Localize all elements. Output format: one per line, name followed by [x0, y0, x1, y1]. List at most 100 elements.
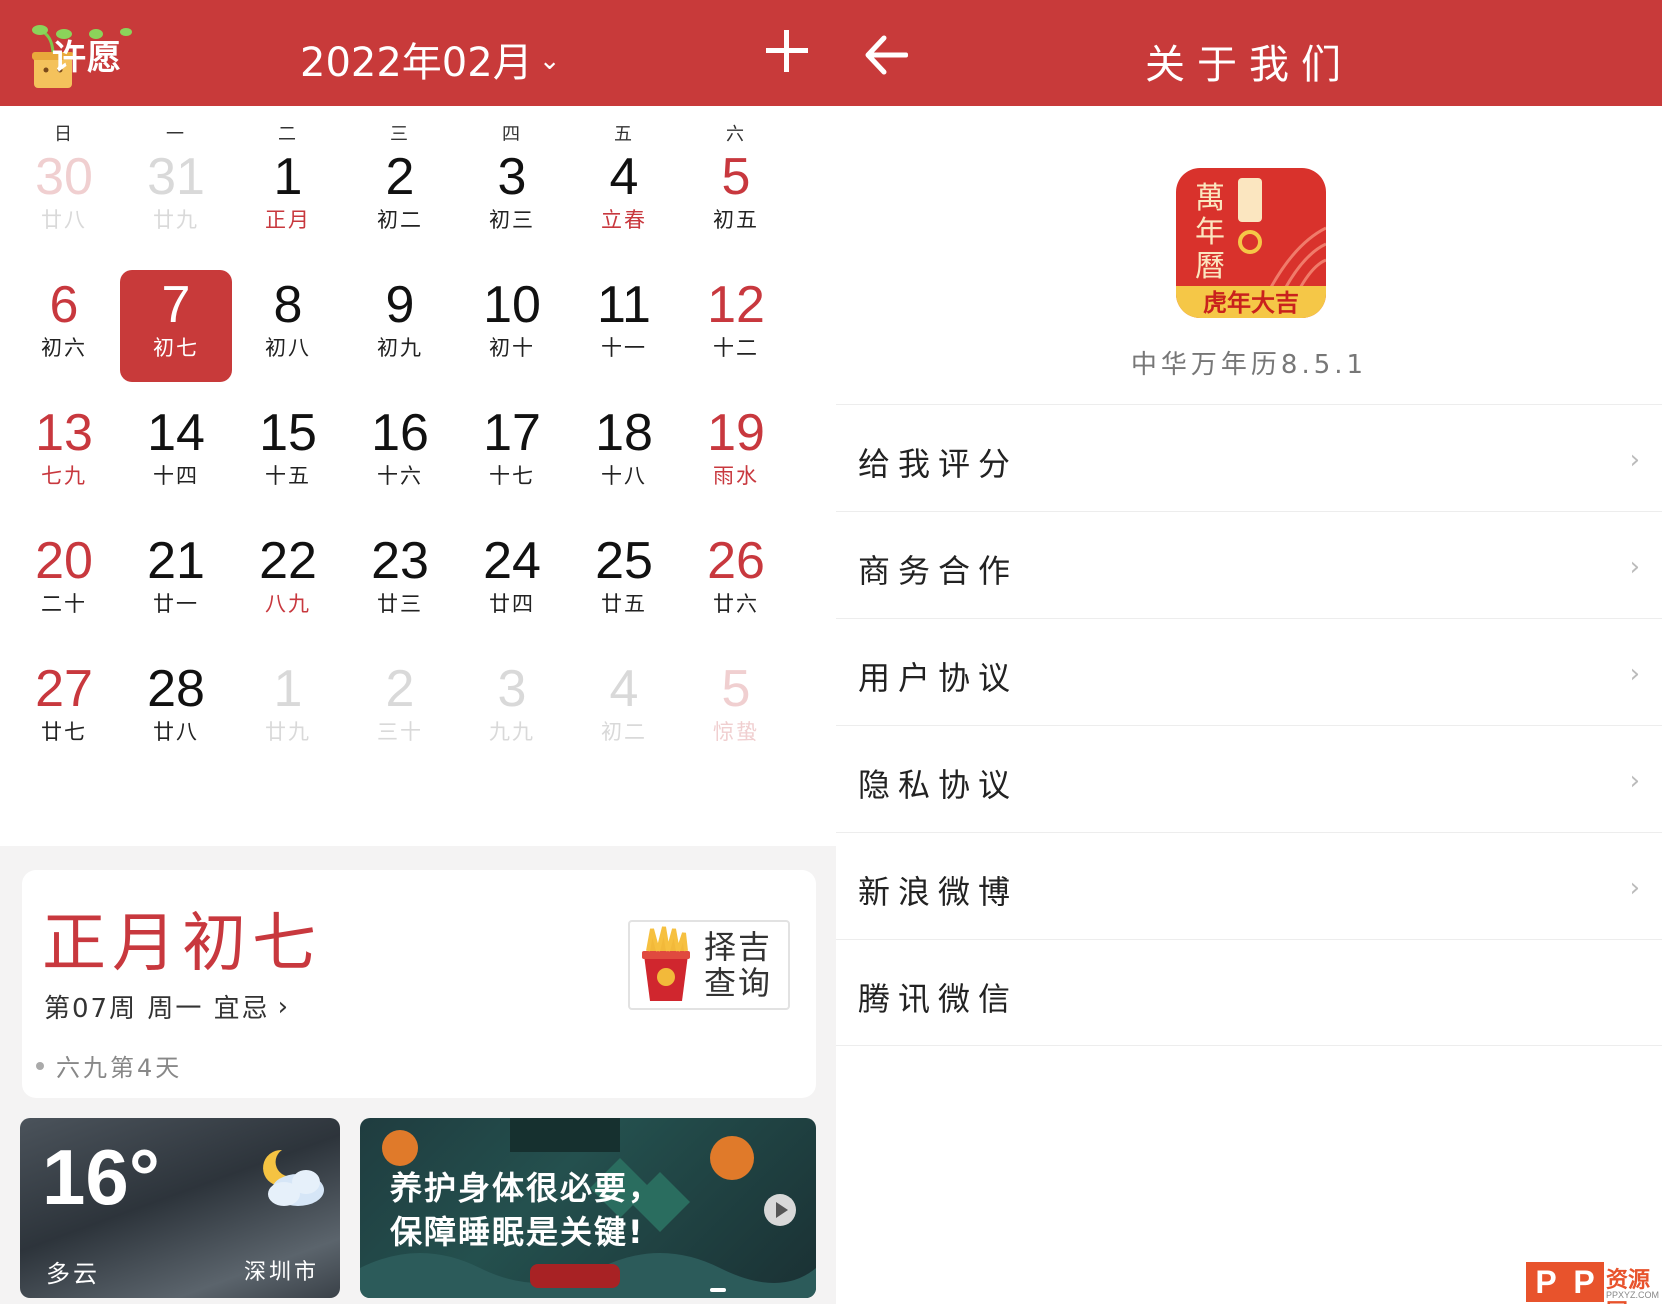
lunar-day: 九九 — [489, 720, 535, 744]
lunar-day: 廿六 — [713, 592, 759, 616]
day-cell[interactable]: 22 八九 — [232, 526, 344, 638]
day-number: 27 — [35, 660, 93, 718]
day-cell[interactable]: 27 廿七 — [8, 654, 120, 766]
lunar-day: 初五 — [713, 208, 759, 232]
day-cell[interactable]: 16 十六 — [344, 398, 456, 510]
week-yiji-link[interactable]: 第07周 周一 宜忌 › — [44, 988, 290, 1025]
day-number: 11 — [597, 276, 651, 334]
lunar-day: 初八 — [265, 336, 311, 360]
lunar-day: 初七 — [153, 336, 199, 360]
lunar-day: 十四 — [153, 464, 199, 488]
day-cell[interactable]: 4 初二 — [568, 654, 680, 766]
lunar-day: 雨水 — [713, 464, 759, 488]
day-cell[interactable]: 13 七九 — [8, 398, 120, 510]
day-cell[interactable]: 18 十八 — [568, 398, 680, 510]
day-cell[interactable]: 5 初五 — [680, 142, 792, 254]
zeji-query-button[interactable]: 择吉查询 — [628, 920, 790, 1010]
about-menu: 给我评分 › 商务合作 › 用户协议 › 隐私协议 › 新浪微博 › 腾讯微信 — [836, 404, 1662, 1046]
page-title: 关于我们 — [1145, 42, 1353, 88]
month-selector[interactable]: 2022年02月 ⌄ — [300, 30, 561, 88]
lunar-day: 正月 — [265, 208, 311, 232]
day-cell[interactable]: 4 立春 — [568, 142, 680, 254]
about-header: 关于我们 — [836, 0, 1662, 106]
svg-text:曆: 曆 — [1195, 249, 1225, 284]
day-number: 15 — [259, 404, 317, 462]
menu-item[interactable]: 腾讯微信 — [836, 939, 1662, 1046]
lunar-day: 初二 — [377, 208, 423, 232]
lunar-day: 三十 — [377, 720, 423, 744]
day-number: 21 — [147, 532, 205, 590]
menu-item[interactable]: 给我评分 › — [836, 404, 1662, 511]
day-cell[interactable]: 2 初二 — [344, 142, 456, 254]
lunar-day: 廿四 — [489, 592, 535, 616]
banner-line-2: 保障睡眠是关键! — [390, 1213, 645, 1251]
day-number: 30 — [35, 148, 93, 206]
day-cell[interactable]: 31 廿九 — [120, 142, 232, 254]
day-cell[interactable]: 9 初九 — [344, 270, 456, 382]
menu-item[interactable]: 用户协议 › — [836, 618, 1662, 725]
day-cell[interactable]: 26 廿六 — [680, 526, 792, 638]
day-number: 26 — [707, 532, 765, 590]
day-number: 12 — [707, 276, 765, 334]
day-cell[interactable]: 8 初八 — [232, 270, 344, 382]
day-cell[interactable]: 1 廿九 — [232, 654, 344, 766]
calendar-header: 许愿 2022年02月 ⌄ — [0, 0, 836, 106]
day-cell[interactable]: 19 雨水 — [680, 398, 792, 510]
day-cell[interactable]: 20 二十 — [8, 526, 120, 638]
weather-card[interactable]: 16° 多云 深圳市 — [20, 1118, 340, 1298]
day-cell[interactable]: 21 廿一 — [120, 526, 232, 638]
day-cell[interactable]: 15 十五 — [232, 398, 344, 510]
day-number: 2 — [385, 148, 415, 206]
app-logo-icon: 虎年大吉 萬 年 曆 — [1176, 168, 1326, 318]
jiu-info: 六九第4天 — [36, 1048, 182, 1083]
lunar-day: 廿三 — [377, 592, 423, 616]
day-cell[interactable]: 24 廿四 — [456, 526, 568, 638]
day-cell[interactable]: 3 初三 — [456, 142, 568, 254]
day-cell[interactable]: 6 初六 — [8, 270, 120, 382]
lunar-date: 正月初七 — [42, 907, 322, 981]
day-cell[interactable]: 25 廿五 — [568, 526, 680, 638]
lunar-day: 八九 — [265, 592, 311, 616]
day-cell[interactable]: 30 廿八 — [8, 142, 120, 254]
menu-item-label: 新浪微博 — [858, 873, 1019, 911]
day-cell[interactable]: 28 廿八 — [120, 654, 232, 766]
day-cell-selected[interactable]: 7 初七 — [120, 270, 232, 382]
lunar-day: 廿九 — [153, 208, 199, 232]
watermark-p-icon: P — [1526, 1262, 1566, 1302]
menu-item[interactable]: 新浪微博 › — [836, 832, 1662, 939]
day-number: 4 — [609, 148, 639, 206]
lunar-day: 廿五 — [601, 592, 647, 616]
menu-item-label: 给我评分 — [858, 445, 1019, 483]
day-number: 1 — [273, 660, 303, 718]
day-cell[interactable]: 23 廿三 — [344, 526, 456, 638]
lunar-day: 十一 — [601, 336, 647, 360]
day-cell[interactable]: 2 三十 — [344, 654, 456, 766]
day-cell[interactable]: 14 十四 — [120, 398, 232, 510]
banner-line-1: 养护身体很必要， — [390, 1169, 663, 1207]
lunar-day: 二十 — [41, 592, 87, 616]
day-number: 16 — [371, 404, 429, 462]
day-number: 3 — [497, 148, 527, 206]
lunar-day: 七九 — [41, 464, 87, 488]
temperature: 16° — [42, 1133, 160, 1221]
day-cell[interactable]: 10 初十 — [456, 270, 568, 382]
lunar-day: 立春 — [601, 208, 647, 232]
menu-item[interactable]: 商务合作 › — [836, 511, 1662, 618]
app-icon-bottom-text: 虎年大吉 — [1203, 289, 1299, 317]
about-screen: 关于我们 虎年大吉 萬 年 曆 中华万年历8.5.1 给我评分 › 商务合作 › 用户协… — [836, 0, 1662, 1304]
weather-city: 深圳市 — [244, 1260, 320, 1285]
chevron-right-icon: › — [1629, 766, 1640, 796]
play-icon[interactable] — [762, 1192, 798, 1228]
day-cell[interactable]: 11 十一 — [568, 270, 680, 382]
day-cell[interactable]: 17 十七 — [456, 398, 568, 510]
menu-item[interactable]: 隐私协议 › — [836, 725, 1662, 832]
day-cell[interactable]: 1 正月 — [232, 142, 344, 254]
day-cell[interactable]: 5 惊蛰 — [680, 654, 792, 766]
zeji-label: 择吉查询 — [704, 928, 773, 1002]
health-banner[interactable]: 养护身体很必要， 保障睡眠是关键! — [360, 1118, 816, 1298]
add-icon[interactable] — [762, 26, 812, 76]
day-cell[interactable]: 3 九九 — [456, 654, 568, 766]
day-cell[interactable]: 12 十二 — [680, 270, 792, 382]
lunar-day: 初九 — [377, 336, 423, 360]
day-info-card: 正月初七 第07周 周一 宜忌 › 六九第4天 择吉查询 — [22, 870, 816, 1098]
